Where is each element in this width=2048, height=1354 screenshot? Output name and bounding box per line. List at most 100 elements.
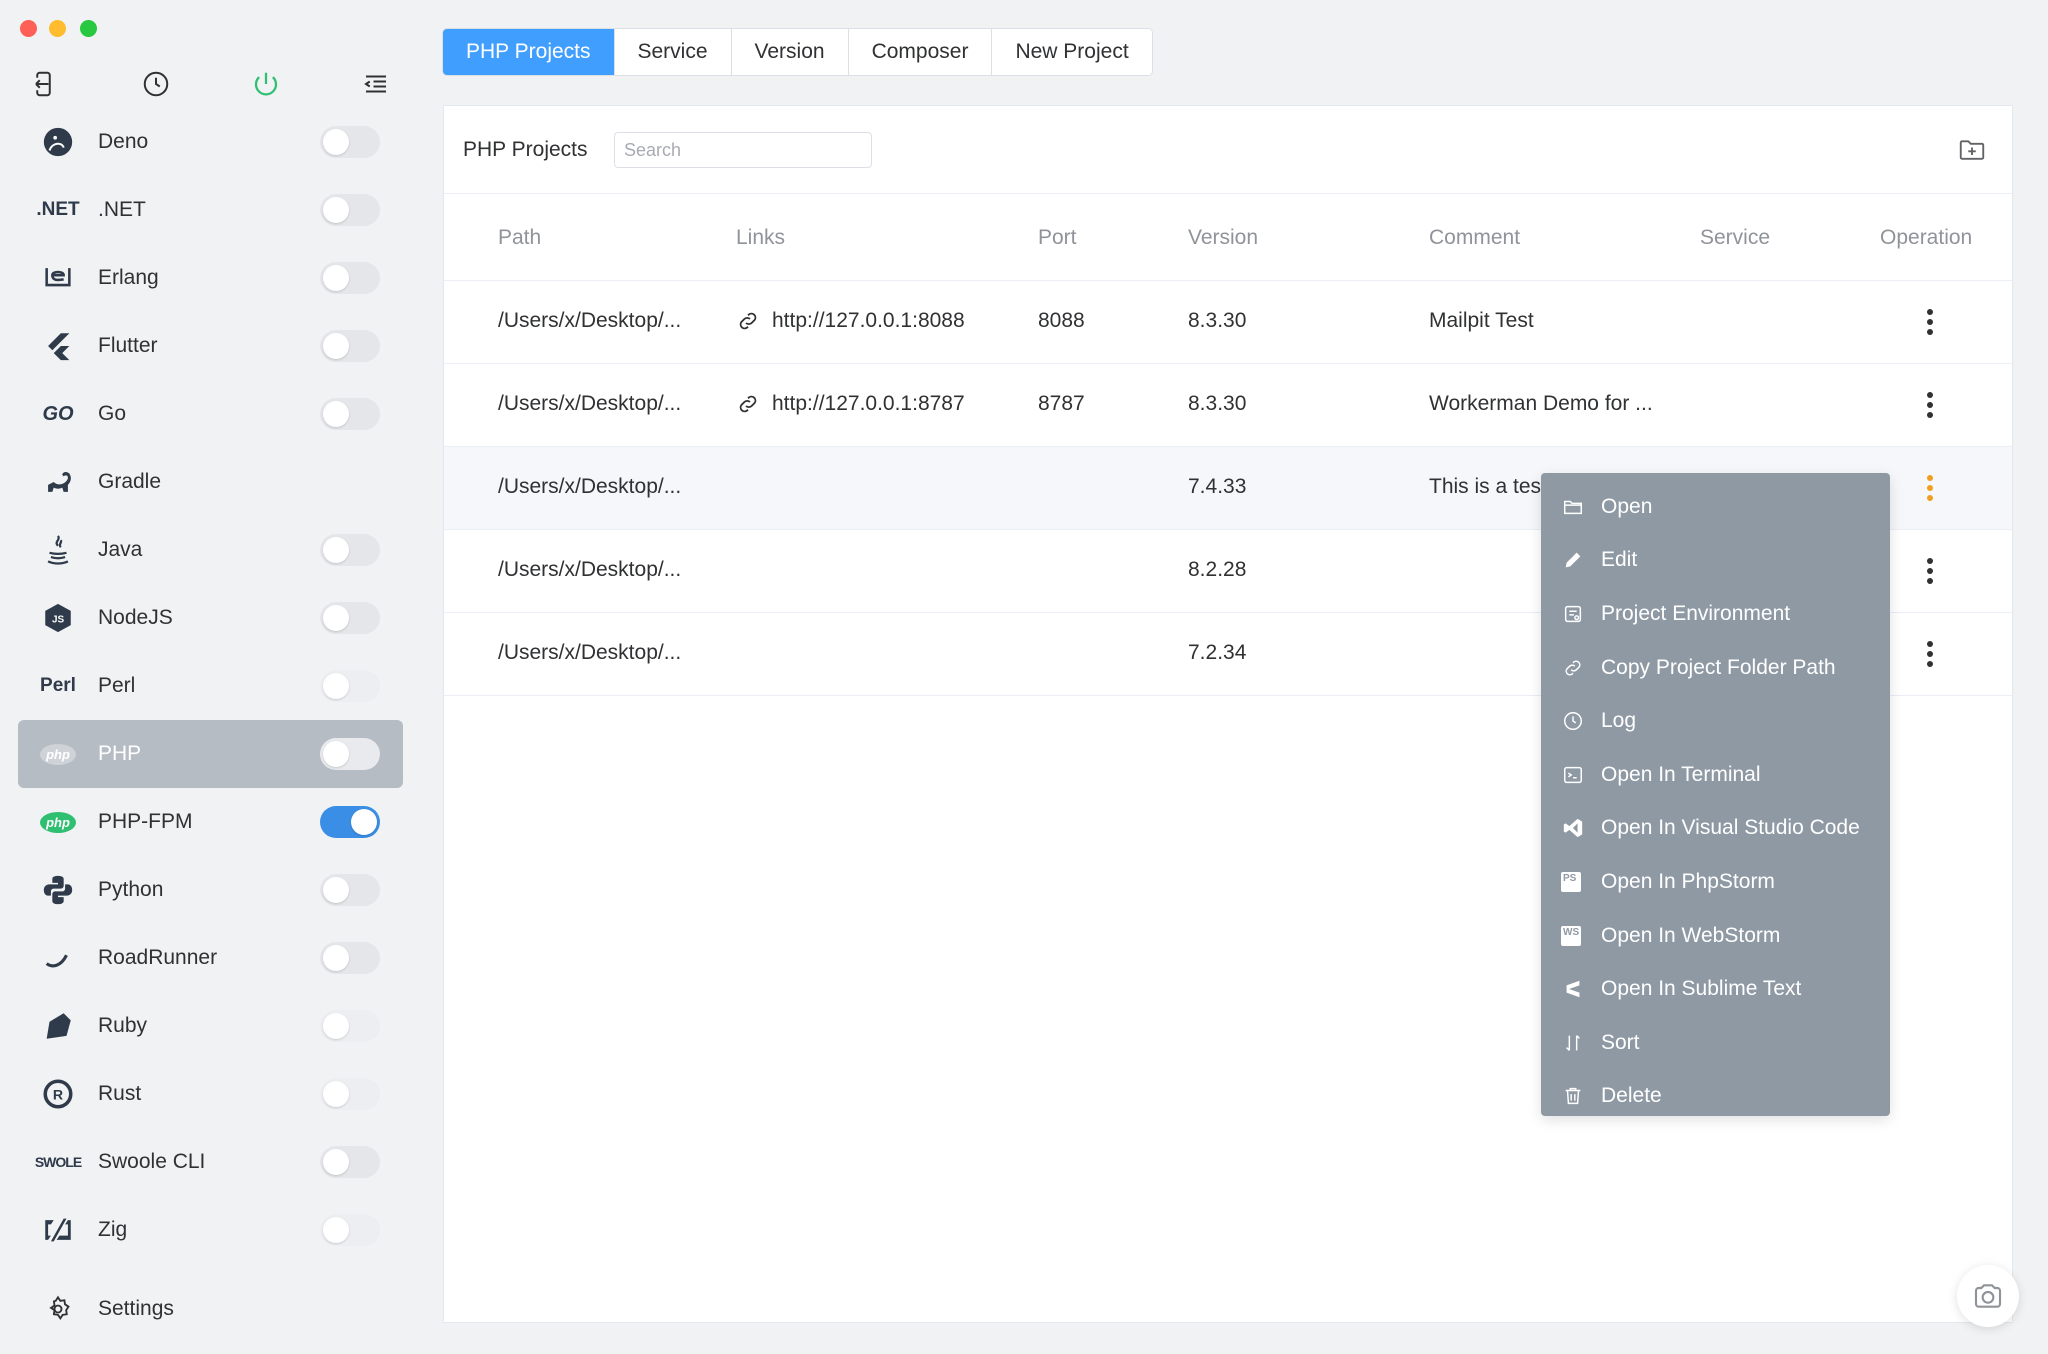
- menu-item-sort[interactable]: Sort: [1541, 1016, 1890, 1070]
- toggle-knob: [323, 673, 349, 699]
- menu-item-open-in-terminal[interactable]: Open In Terminal: [1541, 748, 1890, 802]
- tab-version[interactable]: Version: [731, 29, 849, 75]
- menu-item-open-in-phpstorm[interactable]: PS Open In PhpStorm: [1541, 855, 1890, 909]
- gear-icon: [36, 1291, 80, 1327]
- swoole-icon: SWOLE: [34, 1144, 82, 1180]
- sidebar-item-go[interactable]: GO Go: [18, 380, 403, 448]
- link-cell[interactable]: http://127.0.0.1:8088: [736, 309, 965, 333]
- menu-item-label: Open In Sublime Text: [1601, 977, 1802, 1001]
- more-vertical-icon[interactable]: [1915, 388, 1945, 422]
- service-toggle[interactable]: [320, 1010, 380, 1042]
- menu-item-delete[interactable]: Delete: [1541, 1070, 1890, 1124]
- tab-service[interactable]: Service: [614, 29, 732, 75]
- sidebar-item-erlang[interactable]: Erlang: [18, 244, 403, 312]
- icon-text: SWOLE: [34, 1154, 82, 1170]
- sidebar-item-label: Java: [98, 538, 143, 561]
- path-cell: /Users/x/Desktop/...: [498, 641, 681, 665]
- menu-item-log[interactable]: Log: [1541, 694, 1890, 748]
- sidebar-item-php[interactable]: php PHP: [18, 720, 403, 788]
- sidebar-item-nodejs[interactable]: JS NodeJS: [18, 584, 403, 652]
- sidebar-item-gradle[interactable]: Gradle: [18, 448, 403, 516]
- more-vertical-icon[interactable]: [1915, 305, 1945, 339]
- toggle-knob: [323, 1013, 349, 1039]
- webstorm-icon: WS: [1561, 925, 1581, 946]
- toggle-knob: [323, 877, 349, 903]
- service-toggle[interactable]: [320, 602, 380, 634]
- sidebar-item-net[interactable]: .NET .NET: [18, 176, 403, 244]
- menu-item-copy-project-folder-path[interactable]: Copy Project Folder Path: [1541, 641, 1890, 695]
- settings-item[interactable]: Settings: [18, 1275, 403, 1343]
- sidebar-item-rust[interactable]: R Rust: [18, 1060, 403, 1128]
- sidebar-item-zig[interactable]: Zig: [18, 1196, 403, 1264]
- toggle-knob: [323, 197, 349, 223]
- comment-cell-text: Workerman Demo for ...: [1429, 392, 1653, 415]
- link-cell[interactable]: http://127.0.0.1:8787: [736, 392, 965, 416]
- service-toggle[interactable]: [320, 534, 380, 566]
- service-toggle[interactable]: [320, 738, 380, 770]
- sidebar-item-label: Perl: [98, 674, 136, 697]
- sidebar-item-label: Deno: [98, 130, 149, 153]
- menu-indent-icon[interactable]: [358, 66, 394, 102]
- more-vertical-icon[interactable]: [1915, 637, 1945, 671]
- menu-item-label: Copy Project Folder Path: [1601, 655, 1836, 679]
- service-toggle[interactable]: [320, 194, 380, 226]
- menu-item-label: Sort: [1601, 1030, 1640, 1054]
- java-icon: [36, 532, 80, 568]
- sidebar-item-deno[interactable]: Deno: [18, 108, 403, 176]
- sidebar-item-ruby[interactable]: Ruby: [18, 992, 403, 1060]
- sidebar-item-roadrunner[interactable]: RoadRunner: [18, 924, 403, 992]
- menu-item-open[interactable]: Open: [1541, 480, 1890, 534]
- toggle-knob: [323, 265, 349, 291]
- service-toggle[interactable]: [320, 806, 380, 838]
- sidebar-item-java[interactable]: Java: [18, 516, 403, 584]
- link-text[interactable]: http://127.0.0.1:8088: [772, 309, 965, 333]
- tab-composer[interactable]: Composer: [848, 29, 993, 75]
- sidebar-item-label: .NET: [98, 198, 146, 221]
- add-folder-icon[interactable]: [1956, 134, 1988, 166]
- icon-text: Perl: [40, 675, 76, 696]
- sidebar-item-python[interactable]: Python: [18, 856, 403, 924]
- more-vertical-icon[interactable]: [1915, 554, 1945, 588]
- sidebar-item-label: Rust: [98, 1082, 142, 1105]
- link-text[interactable]: http://127.0.0.1:8787: [772, 392, 965, 416]
- table-row[interactable]: /Users/x/Desktop/... http://127.0.0.1:878…: [444, 364, 2012, 447]
- service-toggle[interactable]: [320, 126, 380, 158]
- service-toggle[interactable]: [320, 1078, 380, 1110]
- menu-item-edit[interactable]: Edit: [1541, 534, 1890, 588]
- sidebar-item-swoole-cli[interactable]: SWOLE Swoole CLI: [18, 1128, 403, 1196]
- service-toggle[interactable]: [320, 942, 380, 974]
- service-toggle[interactable]: [320, 262, 380, 294]
- service-toggle[interactable]: [320, 874, 380, 906]
- version-cell: 8.3.30: [1188, 309, 1246, 333]
- perl-icon: Perl: [36, 668, 80, 704]
- phpstorm-icon: PS: [1561, 871, 1581, 892]
- go-icon: GO: [36, 396, 80, 432]
- screenshot-button[interactable]: [1957, 1265, 2019, 1327]
- service-toggle[interactable]: [320, 330, 380, 362]
- more-vertical-icon[interactable]: [1915, 471, 1945, 505]
- panel-header: PHP Projects: [444, 106, 2012, 194]
- back-icon[interactable]: [28, 66, 64, 102]
- sidebar-item-flutter[interactable]: Flutter: [18, 312, 403, 380]
- clock-icon: [1561, 709, 1585, 733]
- menu-item-open-in-sublime-text[interactable]: Open In Sublime Text: [1541, 962, 1890, 1016]
- toggle-knob: [323, 401, 349, 427]
- port-cell: 8787: [1038, 392, 1085, 416]
- sidebar-item-perl[interactable]: Perl Perl: [18, 652, 403, 720]
- service-toggle[interactable]: [320, 1214, 380, 1246]
- menu-item-open-in-webstorm[interactable]: WS Open In WebStorm: [1541, 909, 1890, 963]
- menu-item-project-environment[interactable]: Project Environment: [1541, 587, 1890, 641]
- service-toggle[interactable]: [320, 398, 380, 430]
- path-cell-text: /Users/x/Desktop/...: [498, 309, 682, 332]
- service-toggle[interactable]: [320, 670, 380, 702]
- tab-new-project[interactable]: New Project: [992, 29, 1152, 75]
- service-toggle[interactable]: [320, 1146, 380, 1178]
- tab-php-projects[interactable]: PHP Projects: [443, 29, 615, 75]
- power-icon[interactable]: [248, 66, 284, 102]
- clock-icon[interactable]: [138, 66, 174, 102]
- table-row[interactable]: /Users/x/Desktop/... http://127.0.0.1:808…: [444, 281, 2012, 364]
- sidebar-item-php-fpm[interactable]: php PHP-FPM: [18, 788, 403, 856]
- search-input[interactable]: [614, 132, 872, 168]
- dotnet-icon: .NET: [36, 192, 80, 228]
- menu-item-open-in-visual-studio-code[interactable]: Open In Visual Studio Code: [1541, 802, 1890, 856]
